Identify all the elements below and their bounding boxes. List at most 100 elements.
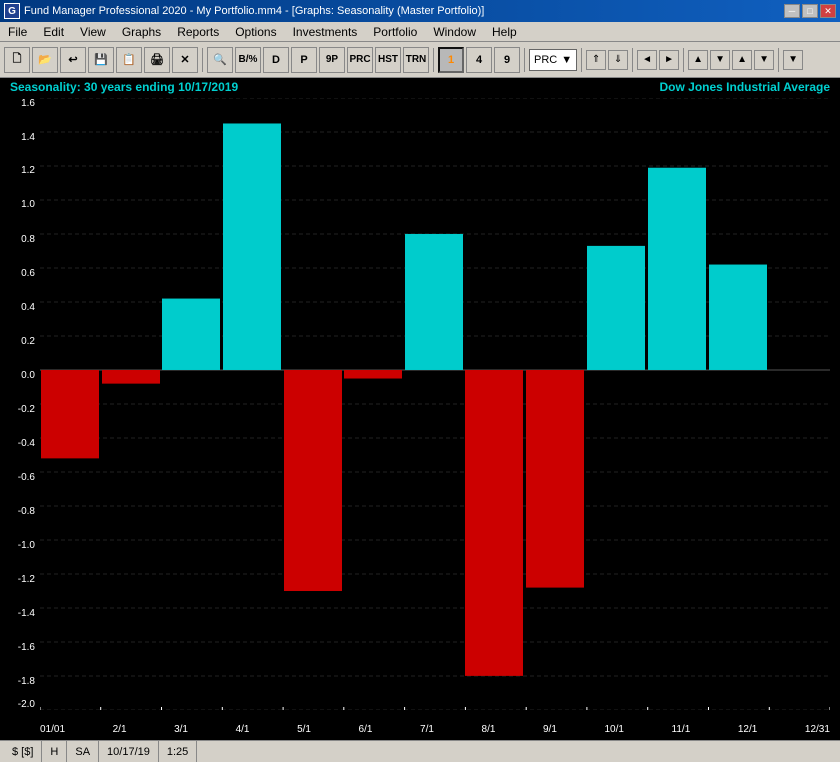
nav-left[interactable]: ◄: [637, 50, 657, 70]
menu-edit[interactable]: Edit: [35, 22, 72, 41]
tb-save[interactable]: 💾: [88, 47, 114, 73]
bar-apr: [223, 123, 281, 370]
bar-may: [284, 370, 342, 591]
status-time: 1:25: [159, 741, 197, 762]
y-label-1.6: 1.6: [21, 98, 35, 109]
x-label-04: 4/1: [236, 724, 250, 735]
x-label-03: 3/1: [174, 724, 188, 735]
tb-num1[interactable]: 1: [438, 47, 464, 73]
menu-help[interactable]: Help: [484, 22, 525, 41]
sep4: [581, 48, 582, 72]
tb-delete[interactable]: ✕: [172, 47, 198, 73]
y-label--1.2: -1.2: [18, 574, 35, 585]
y-label--1.4: -1.4: [18, 608, 35, 619]
chart-title: Dow Jones Industrial Average: [660, 80, 831, 94]
menu-view[interactable]: View: [72, 22, 114, 41]
tb-trn[interactable]: TRN: [403, 47, 429, 73]
y-label-0.8: 0.8: [21, 234, 35, 245]
y-label-0.0: 0.0: [21, 370, 35, 381]
chart-header: Seasonality: 30 years ending 10/17/2019 …: [10, 80, 830, 94]
menu-reports[interactable]: Reports: [169, 22, 227, 41]
y-axis-container: 1.6 1.4 1.2 1.0 0.8 0.6 0.4 0.2 0.0 -0.2…: [0, 98, 38, 710]
y-label--0.2: -0.2: [18, 404, 35, 415]
bar-aug: [465, 370, 523, 676]
y-label-1.4: 1.4: [21, 132, 35, 143]
menu-graphs[interactable]: Graphs: [114, 22, 169, 41]
x-label-1231: 12/31: [805, 724, 830, 735]
sep5: [632, 48, 633, 72]
bar-oct: [587, 246, 645, 370]
maximize-button[interactable]: □: [802, 4, 818, 18]
tb-copy[interactable]: 📋: [116, 47, 142, 73]
tb-new[interactable]: 🗋: [4, 47, 30, 73]
y-label-0.2: 0.2: [21, 336, 35, 347]
nav-up-up[interactable]: ⇑: [586, 50, 606, 70]
nav-up2[interactable]: ▲: [732, 50, 752, 70]
x-label-01: 01/01: [40, 724, 65, 735]
menu-window[interactable]: Window: [425, 22, 484, 41]
x-label-08: 8/1: [482, 724, 496, 735]
menu-options[interactable]: Options: [227, 22, 284, 41]
status-type: SA: [67, 741, 99, 762]
menu-investments[interactable]: Investments: [285, 22, 366, 41]
chart-svg: [40, 98, 830, 710]
x-label-06: 6/1: [359, 724, 373, 735]
app-icon: G: [4, 3, 20, 19]
x-label-02: 2/1: [113, 724, 127, 735]
y-label--0.8: -0.8: [18, 506, 35, 517]
y-label--0.4: -0.4: [18, 438, 35, 449]
tb-p[interactable]: P: [291, 47, 317, 73]
menu-bar: File Edit View Graphs Reports Options In…: [0, 22, 840, 42]
minimize-button[interactable]: ─: [784, 4, 800, 18]
nav-right[interactable]: ►: [659, 50, 679, 70]
bar-dec: [709, 265, 767, 370]
tb-back[interactable]: ↩: [60, 47, 86, 73]
sep7: [778, 48, 779, 72]
bar-jan: [41, 370, 99, 458]
status-currency: $ [$]: [4, 741, 42, 762]
tb-num4[interactable]: 4: [466, 47, 492, 73]
status-date: 10/17/19: [99, 741, 159, 762]
x-label-11: 11/1: [672, 724, 691, 735]
tb-d[interactable]: D: [263, 47, 289, 73]
nav-down2[interactable]: ▼: [754, 50, 774, 70]
tb-chart-bar[interactable]: B/%: [235, 47, 261, 73]
status-mode: H: [42, 741, 67, 762]
tb-open[interactable]: 📂: [32, 47, 58, 73]
y-label--0.6: -0.6: [18, 472, 35, 483]
sep6: [683, 48, 684, 72]
nav-up[interactable]: ▲: [688, 50, 708, 70]
x-label-09: 9/1: [543, 724, 557, 735]
y-label-1.2: 1.2: [21, 165, 35, 176]
toolbar: 🗋 📂 ↩ 💾 📋 🖨 ✕ 🔍 B/% D P 9P PRC HST TRN 1…: [0, 42, 840, 78]
chart-area: [40, 98, 830, 710]
x-label-07: 7/1: [420, 724, 434, 735]
tb-9p[interactable]: 9P: [319, 47, 345, 73]
tb-num9[interactable]: 9: [494, 47, 520, 73]
prc-dropdown-label: PRC: [534, 54, 557, 66]
sep3: [524, 48, 525, 72]
tb-prc-label[interactable]: PRC: [347, 47, 373, 73]
tb-zoom[interactable]: 🔍: [207, 47, 233, 73]
y-label--1.8: -1.8: [18, 676, 35, 687]
bar-jul: [405, 234, 463, 370]
prc-dropdown-arrow: ▼: [561, 54, 572, 66]
sep1: [202, 48, 203, 72]
y-label-0.4: 0.4: [21, 302, 35, 313]
tb-print[interactable]: 🖨: [144, 47, 170, 73]
tb-hst[interactable]: HST: [375, 47, 401, 73]
close-button[interactable]: ✕: [820, 4, 836, 18]
chart-container: Seasonality: 30 years ending 10/17/2019 …: [0, 78, 840, 740]
menu-portfolio[interactable]: Portfolio: [365, 22, 425, 41]
menu-file[interactable]: File: [0, 22, 35, 41]
nav-down-down[interactable]: ⇓: [608, 50, 628, 70]
x-axis: 01/01 2/1 3/1 4/1 5/1 6/1 7/1 8/1 9/1 10…: [40, 724, 830, 735]
nav-down[interactable]: ▼: [710, 50, 730, 70]
y-label-0.6: 0.6: [21, 268, 35, 279]
bar-sep: [526, 370, 584, 588]
nav-down3[interactable]: ▼: [783, 50, 803, 70]
y-label--1.0: -1.0: [18, 540, 35, 551]
prc-dropdown[interactable]: PRC ▼: [529, 49, 577, 71]
bar-mar: [162, 299, 220, 370]
y-label--2.0: -2.0: [18, 699, 35, 710]
